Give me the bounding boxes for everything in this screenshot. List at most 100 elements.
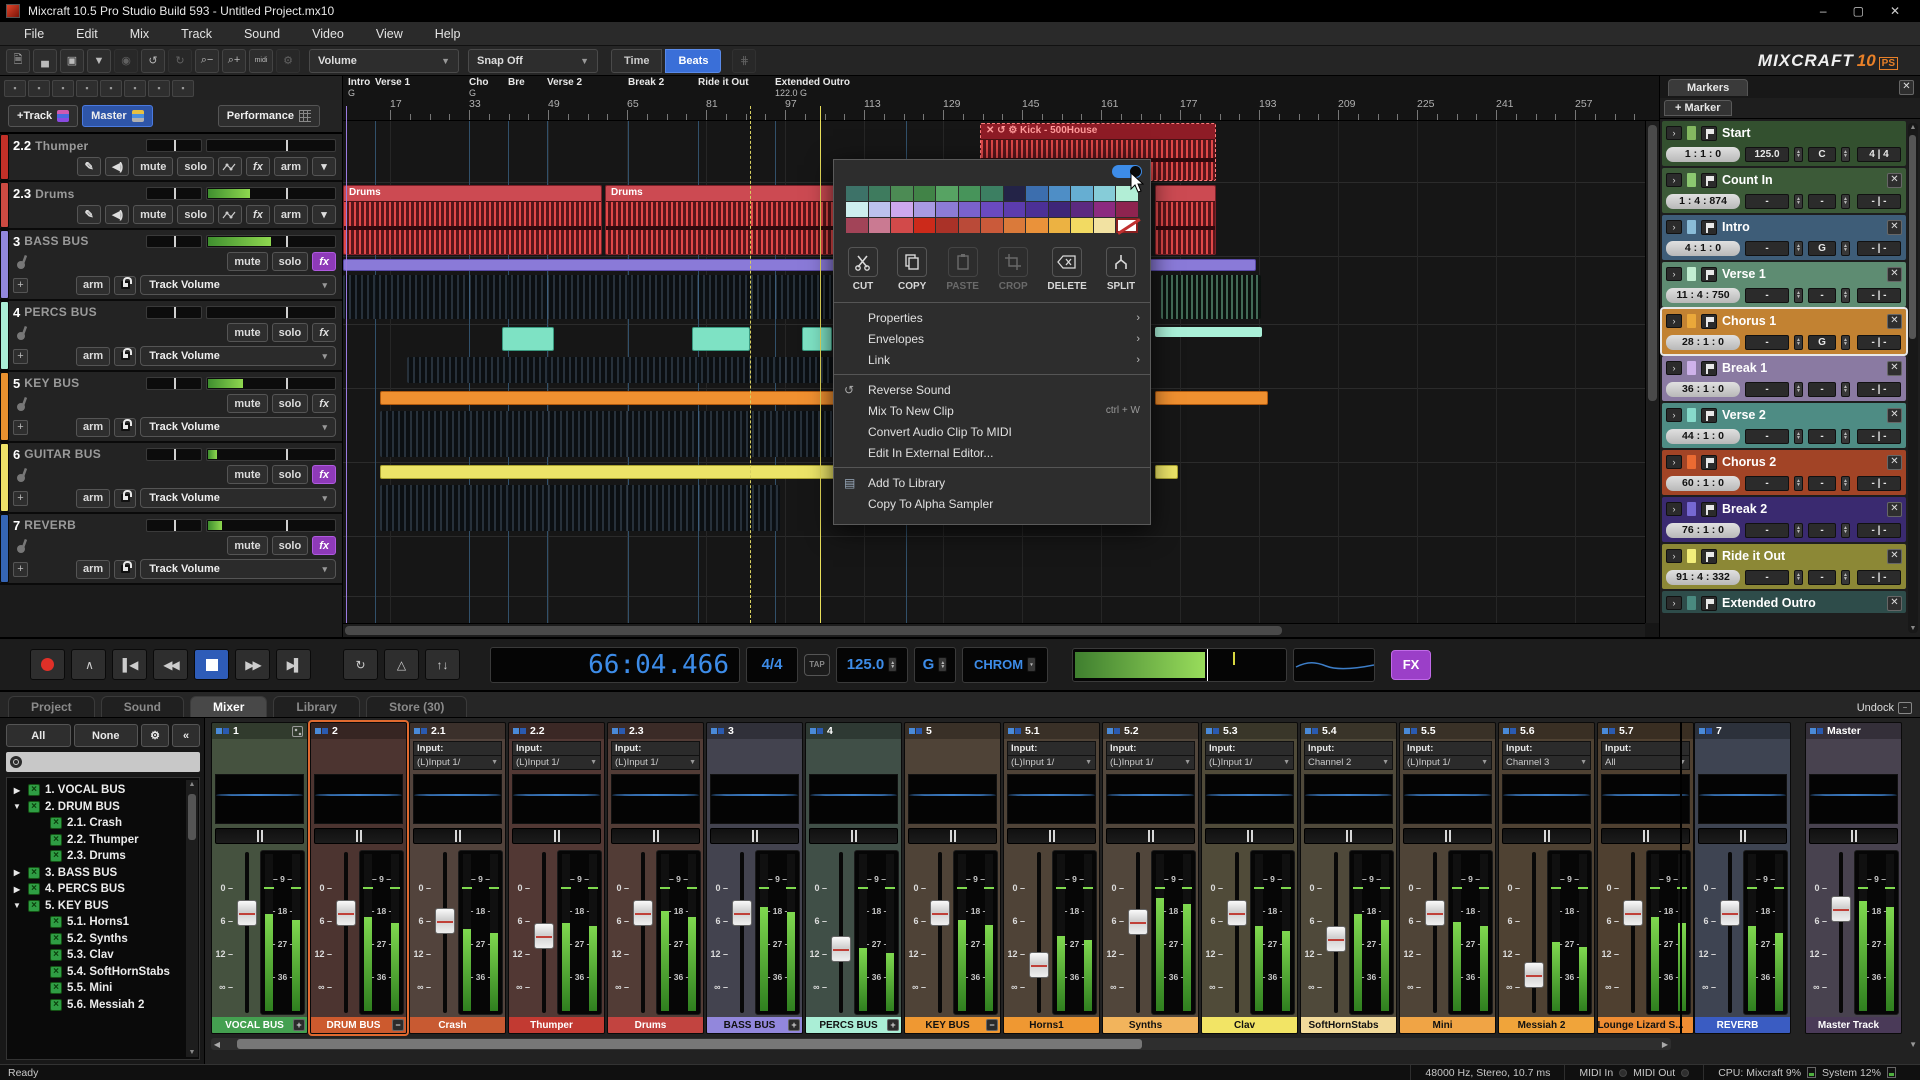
key-clip-bar[interactable] (380, 391, 835, 405)
checkbox-checked-icon[interactable]: × (50, 999, 62, 1011)
color-swatch[interactable] (1004, 202, 1026, 217)
marker-row-ride-it-out[interactable]: ›Ride it Out✕91 : 4 : 332-▲ ▼-▲ ▼- | - (1662, 544, 1906, 589)
marker-key[interactable]: - (1808, 382, 1836, 397)
marker-timesig[interactable]: - | - (1857, 288, 1901, 303)
pan-slider[interactable] (809, 828, 898, 844)
marker-time[interactable]: 28 : 1 : 0 (1666, 335, 1740, 350)
tree-down-arrow-icon[interactable]: ▼ (11, 802, 23, 811)
color-swatch[interactable] (1094, 202, 1116, 217)
track-color-icon[interactable]: ▪ (100, 80, 122, 97)
stepper[interactable]: ▲ ▼ (1794, 523, 1803, 538)
color-swatch[interactable] (914, 202, 936, 217)
volume-fader[interactable] (829, 850, 853, 1015)
track-percs-bus[interactable]: 4PERCS BUSmutesolofx+armTrack Volume▾ (0, 301, 342, 372)
time-display[interactable]: 66:04.466 (490, 647, 740, 683)
audio-clip-drums[interactable]: Drums (605, 185, 836, 255)
channel-strip-master[interactable]: Master0 –6 –12 –∞ –– 9 –– 18 –– 27 –– 36… (1805, 722, 1902, 1034)
fx-button[interactable]: fx (312, 465, 336, 484)
marker-tempo[interactable]: 125.0 (1745, 147, 1789, 162)
key-display[interactable]: G▲ ▼ (914, 647, 956, 683)
marker-key[interactable]: - (1808, 288, 1836, 303)
arm-button[interactable]: arm (76, 418, 110, 437)
channel-strip-5.5[interactable]: 5.5Input:(L)Input 1/▼0 –6 –12 –∞ –– 9 ––… (1399, 722, 1496, 1034)
expand-icon[interactable]: › (1666, 267, 1682, 281)
tree-item-5-2-synths[interactable]: ×5.2. Synths (11, 931, 183, 948)
delete-marker-icon[interactable]: ✕ (1887, 408, 1902, 423)
volume-fader[interactable] (1829, 850, 1853, 1015)
color-swatch[interactable] (914, 218, 936, 233)
channel-label[interactable]: Clav (1202, 1017, 1297, 1033)
ruler-marker-verse-2[interactable]: Verse 2 (547, 77, 582, 88)
open-folder-icon[interactable]: ▄ (33, 49, 57, 73)
marker-timesig[interactable]: - | - (1857, 570, 1901, 585)
marker-color-chip[interactable] (1687, 173, 1696, 187)
color-swatch[interactable] (1004, 218, 1026, 233)
pan-slider[interactable] (1304, 828, 1393, 844)
loop-marker-line[interactable] (346, 106, 347, 623)
marker-tempo[interactable]: - (1745, 523, 1789, 538)
chevron-down-icon[interactable]: ▼ (1909, 1040, 1917, 1049)
add-send-button[interactable]: + (13, 491, 28, 506)
tab-store-30-[interactable]: Store (30) (366, 696, 467, 717)
input-select[interactable]: (L)Input 1/▼ (1403, 755, 1492, 770)
add-send-button[interactable]: + (13, 420, 28, 435)
marker-time[interactable]: 1 : 1 : 0 (1666, 147, 1740, 162)
audio-clip-drums[interactable]: Drums (343, 185, 602, 255)
color-swatch[interactable] (914, 186, 936, 201)
checkbox-checked-icon[interactable]: × (50, 834, 62, 846)
expand-icon[interactable]: › (1666, 220, 1682, 234)
pan-slider[interactable] (146, 235, 202, 248)
volume-fader[interactable] (928, 850, 952, 1015)
marker-key[interactable]: - (1808, 476, 1836, 491)
tab-mixer[interactable]: Mixer (190, 696, 267, 717)
delete-marker-icon[interactable]: ✕ (1887, 173, 1902, 188)
pan-slider[interactable] (1205, 828, 1294, 844)
marker-color-chip[interactable] (1687, 455, 1696, 469)
marker-key[interactable]: G (1808, 241, 1836, 256)
search-input[interactable] (6, 752, 200, 772)
tree-item-5-3-clav[interactable]: ×5.3. Clav (11, 947, 183, 964)
tree-down-arrow-icon[interactable]: ▼ (11, 901, 23, 910)
menu-sound[interactable]: Sound (230, 24, 294, 44)
delete-marker-icon[interactable]: ✕ (1887, 502, 1902, 517)
delete-marker-icon[interactable]: ✕ (1887, 596, 1902, 611)
arm-button[interactable]: arm (76, 560, 110, 579)
channel-strip-4[interactable]: 40 –6 –12 –∞ –– 9 –– 18 –– 27 –– 36 –PER… (805, 722, 902, 1034)
pan-slider[interactable] (146, 377, 202, 390)
fx-button[interactable]: FX (1391, 650, 1431, 680)
color-swatch[interactable] (1049, 218, 1071, 233)
tree-item-2-drum-bus[interactable]: ▼×2. DRUM BUS (11, 799, 183, 816)
automation-type-select[interactable]: Volume▼ (309, 49, 459, 73)
punch-io-button[interactable]: ↑↓ (425, 649, 460, 680)
marker-color-chip[interactable] (1687, 267, 1696, 281)
fx-button[interactable]: fx (246, 205, 270, 224)
stepper[interactable]: ▲ ▼ (1794, 194, 1803, 209)
marker-time[interactable]: 11 : 4 : 750 (1666, 288, 1740, 303)
expand-icon[interactable]: › (1666, 502, 1682, 516)
volume-fader[interactable] (1324, 850, 1348, 1015)
pan-slider[interactable] (512, 828, 601, 844)
menu-file[interactable]: File (10, 24, 58, 44)
marker-color-chip[interactable] (1687, 408, 1696, 422)
timeline-vscrollbar[interactable] (1645, 121, 1659, 623)
color-swatch[interactable] (936, 218, 958, 233)
collapse-bus-icon[interactable]: − (392, 1019, 404, 1031)
checkbox-checked-icon[interactable]: × (28, 801, 40, 813)
fx-button[interactable]: fx (246, 157, 270, 176)
solo-button[interactable]: solo (272, 536, 309, 555)
marker-row-extended-outro[interactable]: ›Extended Outro✕ (1662, 591, 1906, 613)
key-clip-bar[interactable] (1155, 391, 1268, 405)
volume-slider[interactable] (206, 187, 336, 200)
add-send-button[interactable]: + (13, 562, 28, 577)
record-button[interactable] (30, 649, 65, 680)
color-swatch[interactable] (1026, 218, 1048, 233)
scroll-thumb[interactable] (188, 794, 196, 840)
marker-row-verse-2[interactable]: ›Verse 2✕44 : 1 : 0-▲ ▼-▲ ▼- | - (1662, 403, 1906, 448)
marker-tempo[interactable]: - (1745, 194, 1789, 209)
pan-slider[interactable] (413, 828, 502, 844)
undock-icon[interactable]: − (1898, 702, 1912, 714)
stepper[interactable]: ▲ ▼ (1841, 194, 1850, 209)
undo-icon[interactable]: ↺ (141, 49, 165, 73)
tree-item-1-vocal-bus[interactable]: ▶×1. VOCAL BUS (11, 782, 183, 799)
menu-mix[interactable]: Mix (116, 24, 163, 44)
